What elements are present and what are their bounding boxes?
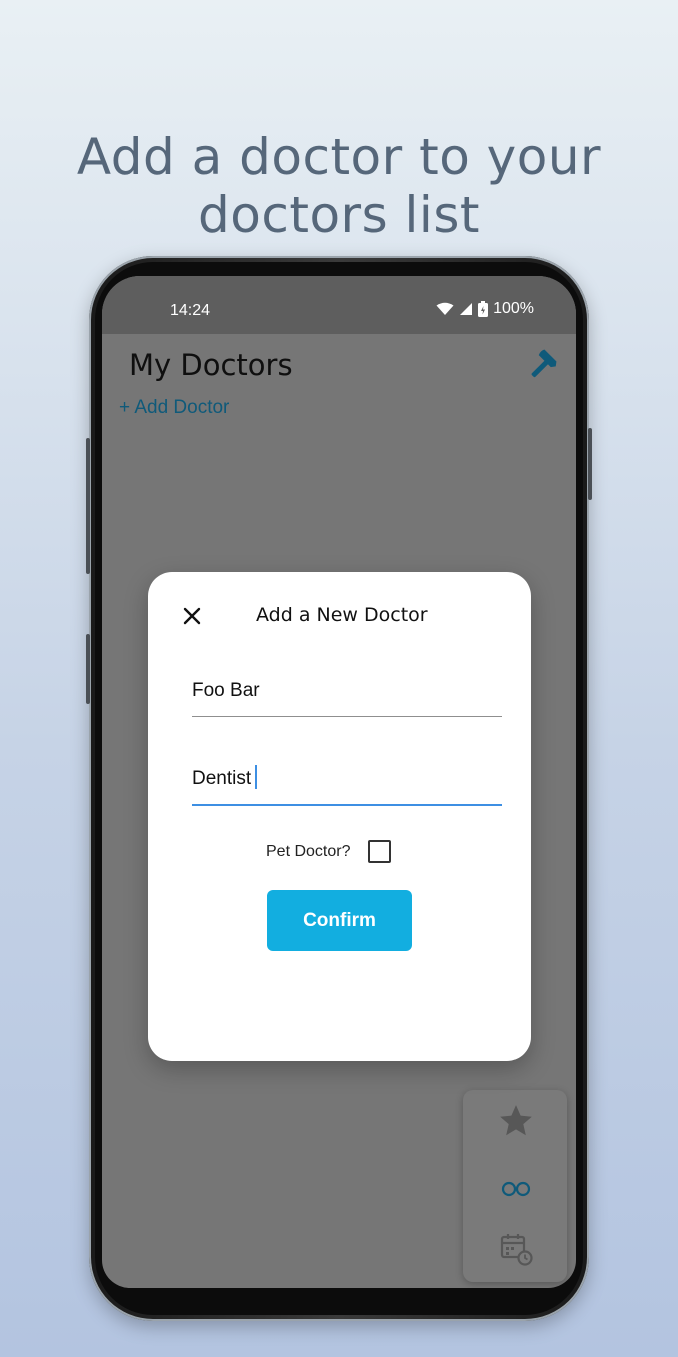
signal-icon [460,303,473,315]
pet-doctor-label: Pet Doctor? [266,842,351,860]
quick-actions-panel [463,1090,567,1282]
headline-line-2: doctors list [198,186,480,244]
battery-icon [478,301,489,317]
pet-doctor-row: Pet Doctor? [266,840,392,863]
glasses-icon[interactable] [497,1169,535,1207]
add-doctor-dialog: Add a New Doctor Pet Doctor? Confirm [148,572,531,1061]
star-icon[interactable] [497,1102,535,1140]
hammer-icon[interactable] [526,348,560,382]
page-title: My Doctors [129,348,293,382]
wifi-icon [436,302,454,315]
battery-percent: 100% [493,300,534,317]
volume-button [86,438,90,574]
pet-doctor-checkbox[interactable] [368,840,392,863]
close-icon[interactable] [180,604,204,628]
headline-line-1: Add a doctor to your [76,128,602,186]
doctor-specialty-input[interactable] [192,754,502,806]
calendar-clock-icon[interactable] [497,1230,535,1268]
doctor-name-input[interactable] [192,666,502,717]
status-time: 14:24 [170,302,211,319]
status-bar: 14:24 100% [102,276,576,334]
promo-headline: Add a doctor to your doctors list [0,128,678,244]
status-icons: 100% [436,300,534,318]
dialog-title: Add a New Doctor [256,604,428,626]
add-doctor-link[interactable]: + Add Doctor [119,397,229,419]
text-cursor [255,765,257,789]
confirm-button[interactable]: Confirm [267,890,412,951]
power-button [588,428,592,500]
side-button [86,634,90,704]
